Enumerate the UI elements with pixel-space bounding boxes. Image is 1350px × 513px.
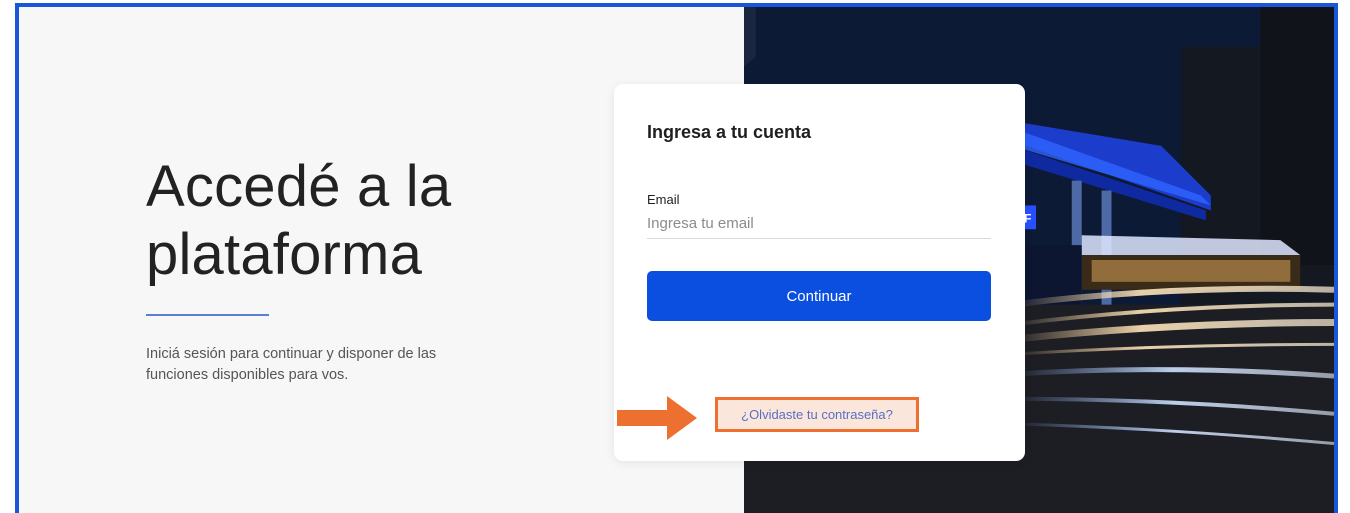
- arrow-right-icon: [617, 396, 697, 440]
- email-label: Email: [647, 192, 680, 207]
- hero-title: Accedé a la plataforma: [146, 153, 451, 289]
- hero-subtitle-line-2: funciones disponibles para vos.: [146, 367, 349, 383]
- hero-subtitle: Iniciá sesión para continuar y disponer …: [146, 344, 506, 386]
- hero-title-line-1: Accedé a la: [146, 154, 452, 219]
- browser-viewport: Accedé a la plataforma Iniciá sesión par…: [15, 3, 1338, 513]
- hero-title-line-2: plataforma: [146, 222, 423, 287]
- hero-divider: [146, 314, 269, 316]
- login-title: Ingresa a tu cuenta: [647, 122, 812, 142]
- forgot-password-highlight: ¿Olvidaste tu contraseña?: [715, 397, 919, 432]
- forgot-password-link[interactable]: ¿Olvidaste tu contraseña?: [741, 407, 893, 422]
- email-field[interactable]: [647, 208, 991, 239]
- continue-button[interactable]: Continuar: [647, 271, 991, 321]
- hero-subtitle-line-1: Iniciá sesión para continuar y disponer …: [146, 346, 437, 362]
